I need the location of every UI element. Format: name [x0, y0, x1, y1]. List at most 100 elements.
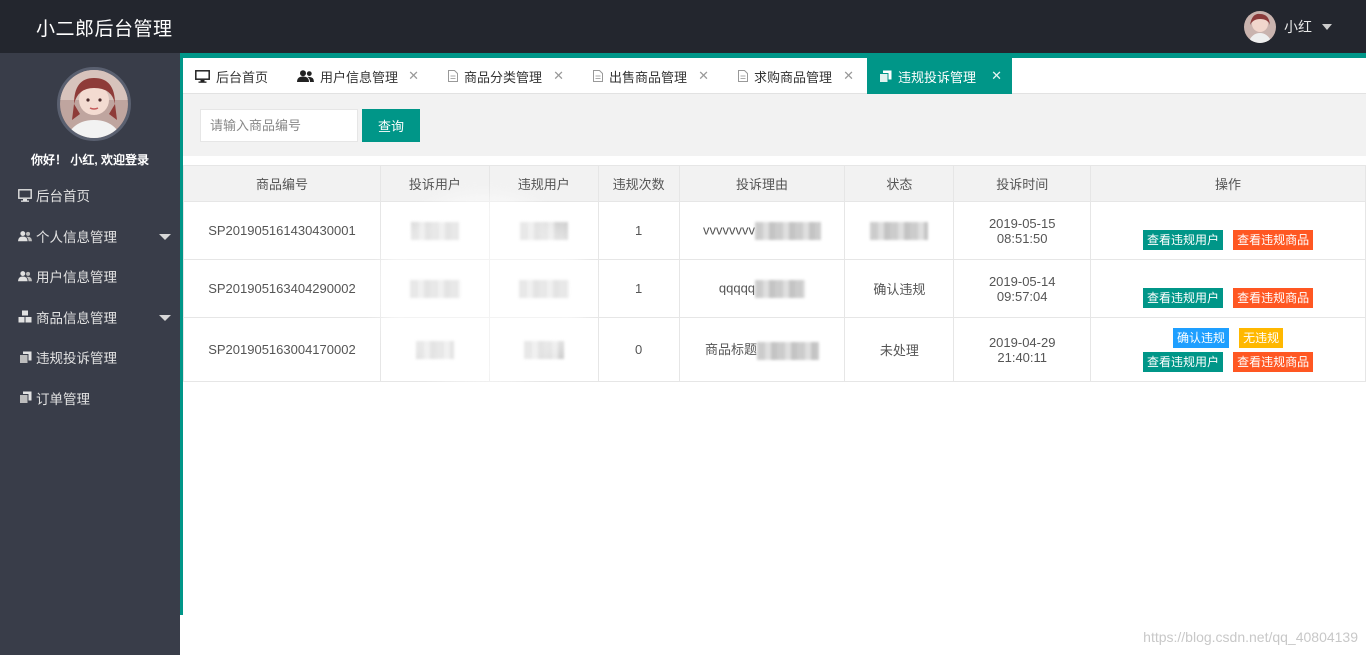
table-header-row: 商品编号 投诉用户 违规用户 违规次数 投诉理由 状态 投诉时间 操作	[183, 165, 1366, 202]
cubes-icon	[18, 310, 32, 324]
sidebar-item-dashboard[interactable]: 后台首页	[0, 175, 180, 216]
reason-text: vvvvvvvv	[702, 221, 755, 237]
users-icon	[18, 229, 32, 243]
confirm-violation-button[interactable]: 确认违规	[1173, 327, 1230, 348]
violation-count-cell: 0	[597, 317, 680, 382]
product-no-cell: SP201905163004170002	[183, 317, 381, 382]
complaint-date: 2019-05-15	[988, 215, 1056, 231]
close-icon[interactable]: ✕	[698, 68, 709, 84]
complainant-cell	[379, 317, 490, 382]
table-row[interactable]: SP201905161430430001 1 vvvvvvvv 2019-05-…	[183, 201, 1366, 260]
redacted-text	[755, 279, 806, 298]
redacted-text	[519, 221, 568, 240]
monitor-icon	[18, 188, 32, 202]
column-header-violator[interactable]: 违规用户	[488, 165, 599, 202]
column-header-product-no[interactable]: 商品编号	[183, 165, 381, 202]
redacted-text	[754, 221, 821, 240]
complaint-time-cell: 2019-04-29 21:40:11	[953, 317, 1092, 382]
sidebar-item-complaints[interactable]: 违规投诉管理	[0, 337, 180, 378]
tab-label: 求购商品管理	[754, 69, 833, 85]
avatar[interactable]	[1244, 11, 1276, 43]
query-button[interactable]: 查询	[362, 109, 420, 142]
chevron-down-icon[interactable]	[159, 314, 171, 321]
reason-cell: 商品标题	[678, 317, 846, 382]
view-violating-product-button[interactable]: 查看违规商品	[1233, 351, 1314, 372]
status-cell	[844, 201, 955, 260]
sidebar-profile: 你好！ 小红, 欢迎登录	[0, 53, 180, 175]
complainant-cell	[379, 201, 490, 260]
tab-dashboard[interactable]: 后台首页	[183, 58, 283, 94]
user-menu[interactable]: 小红	[1244, 11, 1332, 43]
users-icon	[297, 70, 314, 82]
product-number-search-input[interactable]	[200, 109, 358, 142]
top-header: 小二郎后台管理 小红	[0, 0, 1366, 53]
sidebar-item-label: 违规投诉管理	[36, 351, 117, 367]
view-violating-product-button[interactable]: 查看违规商品	[1233, 229, 1314, 250]
app-logo-title[interactable]: 小二郎后台管理	[36, 14, 173, 41]
tab-label: 违规投诉管理	[898, 69, 977, 85]
product-no-cell: SP201905163404290002	[183, 259, 381, 318]
no-violation-button[interactable]: 无违规	[1239, 327, 1284, 348]
sidebar-item-label: 订单管理	[36, 391, 90, 407]
complaint-time-cell: 2019-05-14 09:57:04	[953, 259, 1092, 318]
sidebar-item-label: 商品信息管理	[36, 310, 117, 326]
table-row[interactable]: SP201905163404290002 1 qqqqq 确认违规 2019-0…	[183, 259, 1366, 318]
users-icon	[18, 269, 32, 283]
file-icon	[448, 70, 458, 82]
violation-count-cell: 1	[597, 201, 680, 260]
view-violator-button[interactable]: 查看违规用户	[1143, 229, 1224, 250]
redacted-text	[518, 279, 569, 298]
chevron-down-icon[interactable]	[1322, 24, 1332, 30]
copy-icon	[18, 391, 32, 405]
close-icon[interactable]: ✕	[843, 68, 854, 84]
close-icon[interactable]: ✕	[553, 68, 564, 84]
column-header-actions[interactable]: 操作	[1090, 165, 1366, 202]
column-header-status[interactable]: 状态	[844, 165, 955, 202]
close-icon[interactable]: ✕	[408, 68, 419, 84]
tab-bar: 后台首页 用户信息管理 ✕ 商品分类管理 ✕ 出售商品管理 ✕ 求购商品管理 ✕…	[183, 58, 1366, 94]
product-no-cell: SP201905161430430001	[183, 201, 381, 260]
file-icon	[593, 70, 603, 82]
table-row[interactable]: SP201905163004170002 0 商品标题 未处理 2019-04-…	[183, 317, 1366, 382]
tab-label: 商品分类管理	[464, 69, 543, 85]
sidebar-item-user-info[interactable]: 用户信息管理	[0, 256, 180, 297]
view-violating-product-button[interactable]: 查看违规商品	[1233, 287, 1314, 308]
redacted-text	[415, 340, 454, 359]
user-name[interactable]: 小红	[1284, 17, 1312, 37]
column-header-reason[interactable]: 投诉理由	[678, 165, 846, 202]
reason-cell: qqqqq	[678, 259, 846, 318]
tab-selling-products[interactable]: 出售商品管理 ✕	[581, 58, 719, 94]
tab-user-info[interactable]: 用户信息管理 ✕	[285, 58, 429, 94]
welcome-text: 你好！ 小红, 欢迎登录	[30, 153, 149, 167]
violator-cell	[488, 259, 599, 318]
sidebar-item-product-info[interactable]: 商品信息管理	[0, 297, 180, 338]
reason-text: 商品标题	[704, 342, 757, 358]
column-header-complainant[interactable]: 投诉用户	[379, 165, 490, 202]
search-panel: 查询	[183, 94, 1366, 156]
column-header-complaint-time[interactable]: 投诉时间	[953, 165, 1092, 202]
violator-cell	[488, 201, 599, 260]
redacted-text	[410, 221, 459, 240]
redacted-text	[409, 279, 460, 298]
profile-avatar	[57, 67, 131, 141]
copy-icon	[879, 70, 892, 83]
view-violator-button[interactable]: 查看违规用户	[1143, 351, 1224, 372]
sidebar-item-orders[interactable]: 订单管理	[0, 378, 180, 419]
tab-product-category[interactable]: 商品分类管理 ✕	[436, 58, 574, 94]
watermark: https://blog.csdn.net/qq_40804139	[1143, 629, 1358, 645]
redacted-text	[523, 340, 564, 359]
tab-complaints[interactable]: 违规投诉管理 ✕	[867, 58, 1012, 94]
close-icon[interactable]: ✕	[991, 68, 1002, 84]
sidebar-item-personal-info[interactable]: 个人信息管理	[0, 216, 180, 257]
tab-label: 后台首页	[216, 69, 269, 85]
sidebar: 你好！ 小红, 欢迎登录 后台首页 个人信息管理 用户信息管理 商品信息管理 违…	[0, 53, 180, 655]
redacted-text	[870, 221, 929, 240]
chevron-down-icon[interactable]	[159, 233, 171, 240]
redacted-text	[756, 341, 819, 360]
complaint-clock: 08:51:50	[996, 230, 1048, 246]
monitor-icon	[195, 69, 210, 83]
tab-wanted-products[interactable]: 求购商品管理 ✕	[726, 58, 864, 94]
column-header-violation-count[interactable]: 违规次数	[597, 165, 680, 202]
actions-cell: 查看违规用户 查看违规商品	[1090, 259, 1366, 318]
view-violator-button[interactable]: 查看违规用户	[1143, 287, 1224, 308]
